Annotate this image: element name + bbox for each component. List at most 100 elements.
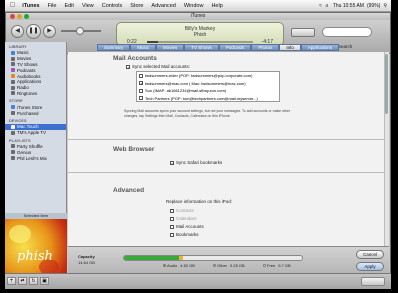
checkbox[interactable]: ✓	[139, 81, 143, 86]
sidebar-library-label: Podcasts	[17, 67, 36, 73]
next-track-button[interactable]: ▶	[43, 25, 56, 38]
sidebar-library-label: Radio	[17, 85, 29, 91]
sidebar: LIBRARY Music Movies TV Shows Podcasts Audio…	[5, 42, 67, 288]
replace-calendars-checkbox[interactable]: Calendars	[170, 216, 197, 221]
now-playing-artist: Phish	[193, 32, 207, 38]
checkbox[interactable]	[170, 216, 174, 221]
menu-file[interactable]: File	[44, 3, 61, 9]
repeat-icon[interactable]: ↻	[29, 277, 38, 285]
vertical-scrollbar[interactable]	[384, 52, 389, 246]
menu-view[interactable]: View	[78, 3, 98, 9]
volume-knob[interactable]	[76, 27, 84, 35]
checkbox[interactable]: ✓	[126, 64, 130, 69]
sidebar-playlist-label: Genius	[17, 149, 32, 155]
apple-menu-icon[interactable]: 	[5, 2, 18, 9]
sidebar-library-icon	[11, 91, 15, 96]
replace-info-label: Replace information on this iPod:	[166, 199, 233, 204]
sync-bookmarks-checkbox[interactable]: ✓ Sync Safari bookmarks	[170, 160, 222, 165]
sidebar-device-icon	[11, 130, 15, 135]
device-tabs: Summary Music Movies TV Shows Podcasts Photos…	[97, 44, 340, 51]
tab-applications[interactable]: Applications	[300, 44, 340, 51]
artwork-toggle-icon[interactable]: ▣	[40, 277, 49, 285]
menu-itunes[interactable]: iTunes	[18, 3, 43, 9]
checkbox[interactable]	[170, 232, 174, 237]
mail-accounts-title: Mail Accounts	[113, 55, 157, 62]
menu-advanced[interactable]: Advanced	[147, 3, 179, 9]
capacity-bar	[123, 255, 303, 261]
replace-bookmarks-checkbox[interactable]: Bookmarks	[170, 232, 199, 237]
menubar-status: ≈ ♬ Thu 10:55 AM (99%) ⚲	[319, 3, 391, 9]
replace-contacts-checkbox[interactable]: Contacts	[170, 208, 194, 213]
screen:  iTunes File Edit View Controls Store A…	[5, 0, 391, 289]
checkbox[interactable]	[170, 208, 174, 213]
artwork-blob	[9, 225, 31, 243]
add-playlist-icon[interactable]: +	[7, 277, 16, 285]
capacity-segment-other	[179, 256, 183, 260]
checkbox[interactable]: ✓	[170, 160, 174, 165]
clock[interactable]: Thu 10:55 AM	[333, 3, 364, 9]
minimize-window-icon[interactable]	[17, 14, 22, 19]
shuffle-icon[interactable]: ⇄	[18, 277, 27, 285]
volume-icon[interactable]: ♬	[325, 3, 330, 9]
menu-help[interactable]: Help	[207, 3, 226, 9]
mail-account-row[interactable]: Tech Partners (POP: tom@techpartners.com…	[137, 95, 279, 103]
replace-mail-accounts-checkbox[interactable]: Mail Accounts	[170, 224, 204, 229]
tab-summary[interactable]: Summary	[97, 44, 131, 51]
playback-progress-fill	[147, 41, 158, 43]
close-window-icon[interactable]	[10, 14, 15, 19]
menu-store[interactable]: Store	[126, 3, 147, 9]
apply-button[interactable]: Apply	[356, 262, 384, 271]
search-input[interactable]	[322, 27, 372, 37]
tab-info[interactable]: Info	[279, 44, 301, 51]
capacity-value: 14.64 GB	[78, 260, 95, 265]
cancel-button[interactable]: Cancel	[356, 250, 384, 259]
pause-button[interactable]: ❚❚	[26, 24, 41, 39]
sync-mail-checkbox[interactable]: ✓ Sync selected Mail accounts:	[126, 64, 190, 69]
scroll-thumb[interactable]	[385, 54, 388, 114]
battery-status[interactable]: (99%)	[367, 3, 380, 9]
console-button[interactable]	[361, 277, 385, 286]
view-switcher[interactable]	[291, 28, 315, 37]
tab-movies[interactable]: Movies	[156, 44, 185, 51]
mail-account-list: twdsummers-eider (POP: twdsummers@pop.co…	[136, 71, 280, 102]
tab-photos[interactable]: Photos	[251, 44, 280, 51]
menu-edit[interactable]: Edit	[60, 3, 77, 9]
menu-window[interactable]: Window	[180, 3, 208, 9]
album-art-text: phish	[17, 249, 53, 264]
wifi-icon[interactable]: ≈	[319, 3, 322, 9]
spotlight-icon[interactable]: ⚲	[383, 3, 387, 9]
sidebar-playlist-label: Phil Lesh's Mix	[17, 155, 47, 161]
mail-account-row[interactable]: ✓ twdsummers@mac.com ( Mac: twdsummers@ma…	[137, 80, 279, 88]
tab-music[interactable]: Music	[130, 44, 157, 51]
legend-swatch	[213, 264, 216, 267]
menu-controls[interactable]: Controls	[98, 3, 126, 9]
sidebar-library-list: Music Movies TV Shows Podcasts Audiobooks App…	[5, 50, 66, 96]
checkbox[interactable]	[139, 73, 143, 78]
sidebar-library-icon	[11, 79, 15, 84]
sidebar-device-label: TM's Apple TV	[17, 130, 47, 136]
sidebar-controls: + ⇄ ↻ ▣	[7, 277, 49, 285]
sidebar-playlist-item[interactable]: Phil Lesh's Mix	[5, 155, 66, 161]
sidebar-library-icon	[11, 62, 15, 67]
checkbox[interactable]	[139, 96, 143, 101]
mail-account-row[interactable]: twdsummers-eider (POP: twdsummers@pop.co…	[137, 72, 279, 80]
sidebar-store-label: iTunes Store	[17, 104, 43, 110]
capacity-segment-audio	[124, 256, 180, 260]
checkbox[interactable]	[139, 88, 143, 93]
mail-account-row[interactable]: Sun (IMAP: ab1661234@mail-sfbay.sun.com)	[137, 87, 279, 95]
zoom-window-icon[interactable]	[24, 14, 29, 19]
capacity-bar-area: Capacity 14.64 GB Audio 4.52 GB Other 0.25 …	[68, 246, 389, 274]
mail-account-label: twdsummers@mac.com ( Mac: twdsummers@mac…	[145, 80, 246, 86]
tab-tv-shows[interactable]: TV Shows	[184, 44, 219, 51]
checkbox[interactable]	[170, 224, 174, 229]
sidebar-library-label: Ringtones	[17, 90, 38, 96]
playback-progress[interactable]	[147, 41, 253, 43]
sidebar-store-label: Purchased	[17, 110, 39, 116]
legend-item: Free 9.7 GB	[263, 263, 291, 268]
tab-podcasts[interactable]: Podcasts	[218, 44, 252, 51]
web-browser-title: Web Browser	[113, 146, 155, 153]
sidebar-library-label: Audiobooks	[17, 73, 41, 79]
mail-account-label: Tech Partners (POP: tom@techpartners.com…	[145, 95, 258, 101]
previous-track-button[interactable]: ◀	[11, 25, 24, 38]
sidebar-library-icon	[11, 56, 15, 61]
